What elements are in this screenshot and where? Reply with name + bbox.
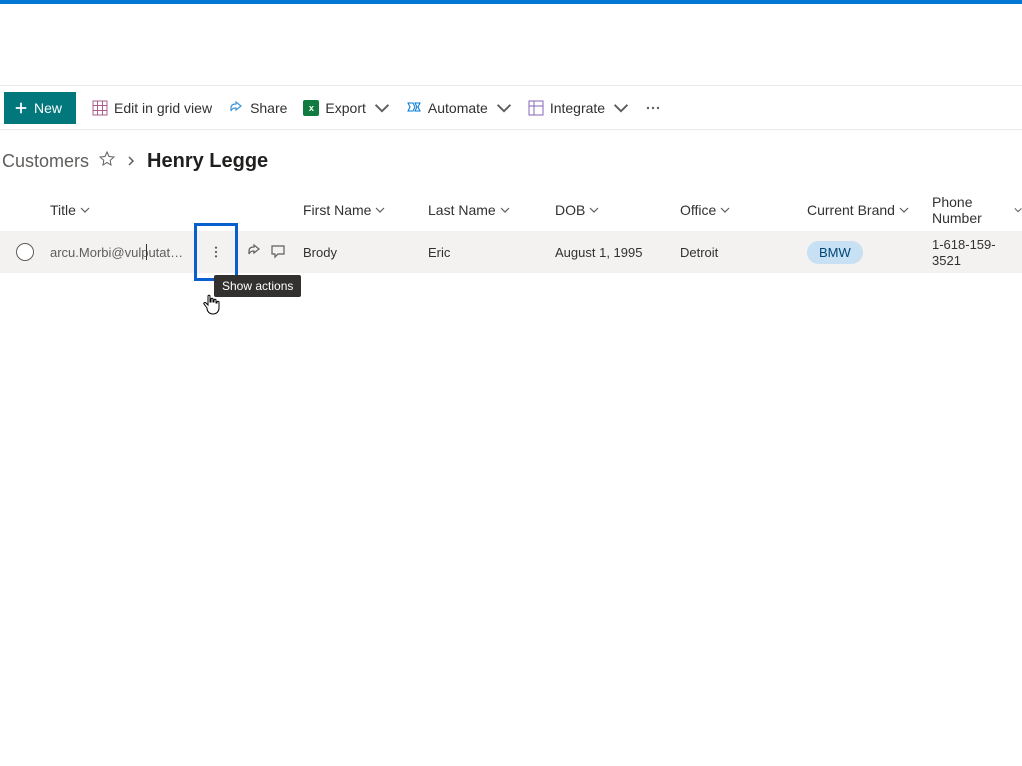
chevron-down-icon (589, 205, 599, 215)
automate-button[interactable]: Automate (406, 92, 512, 124)
more-icon (645, 100, 661, 116)
breadcrumb-current: Henry Legge (147, 150, 268, 173)
row-select[interactable] (0, 243, 50, 261)
col-first-name[interactable]: First Name (303, 202, 428, 218)
col-last-name-label: Last Name (428, 202, 496, 218)
breadcrumb-parent[interactable]: Customers (2, 151, 89, 172)
row-share-button[interactable] (246, 243, 262, 262)
show-actions-tooltip: Show actions (214, 275, 301, 297)
row-dob: August 1, 1995 (555, 245, 642, 260)
edit-grid-button[interactable]: Edit in grid view (92, 92, 212, 124)
new-button-label: New (34, 100, 62, 116)
flow-icon (406, 100, 422, 116)
chevron-down-icon (496, 100, 512, 116)
export-button[interactable]: x Export (303, 92, 389, 124)
command-bar: New Edit in grid view Share x Export Aut… (0, 86, 1022, 130)
chevron-down-icon (500, 205, 510, 215)
brand-tag[interactable]: BMW (807, 241, 863, 264)
col-phone-label: Phone Number (932, 194, 1010, 226)
row-phone: 1-618-159-3521 (932, 237, 996, 268)
col-dob-label: DOB (555, 202, 585, 218)
breadcrumb: Customers Henry Legge (0, 130, 1022, 189)
row-last-name: Eric (428, 245, 450, 260)
breadcrumb-chevron-icon (125, 151, 137, 172)
col-brand[interactable]: Current Brand (807, 202, 932, 218)
row-office: Detroit (680, 245, 718, 260)
col-office[interactable]: Office (680, 202, 807, 218)
chevron-down-icon (374, 100, 390, 116)
vertical-dots-icon (209, 245, 223, 259)
new-button[interactable]: New (4, 92, 76, 124)
integrate-icon (528, 100, 544, 116)
col-title[interactable]: Title (50, 202, 303, 218)
row-comment-button[interactable] (270, 243, 286, 262)
integrate-label: Integrate (550, 100, 605, 116)
excel-icon: x (303, 100, 319, 116)
chevron-down-icon (720, 205, 730, 215)
chevron-down-icon (80, 205, 90, 215)
chevron-down-icon (899, 205, 909, 215)
col-last-name[interactable]: Last Name (428, 202, 555, 218)
share-icon (228, 100, 244, 116)
column-headers: Title First Name Last Name DOB Office Cu… (0, 189, 1022, 231)
plus-icon (14, 101, 28, 115)
overflow-button[interactable] (645, 92, 661, 124)
col-dob[interactable]: DOB (555, 202, 680, 218)
col-office-label: Office (680, 202, 716, 218)
header-spacer (0, 4, 1022, 86)
chevron-down-icon (1014, 205, 1022, 215)
text-cursor (146, 244, 147, 260)
col-phone[interactable]: Phone Number (932, 194, 1022, 226)
integrate-button[interactable]: Integrate (528, 92, 629, 124)
col-title-label: Title (50, 202, 76, 218)
table-row[interactable]: arcu.Morbi@vulputatedui… Brody Eric Augu… (0, 231, 1022, 273)
export-label: Export (325, 100, 365, 116)
row-title[interactable]: arcu.Morbi@vulputatedui… (50, 245, 190, 260)
radio-icon[interactable] (16, 243, 34, 261)
row-first-name: Brody (303, 245, 337, 260)
grid-icon (92, 100, 108, 116)
edit-grid-label: Edit in grid view (114, 100, 212, 116)
favorite-star-icon[interactable] (99, 151, 115, 172)
chevron-down-icon (375, 205, 385, 215)
row-actions-button[interactable] (194, 223, 238, 281)
share-label: Share (250, 100, 287, 116)
col-brand-label: Current Brand (807, 202, 895, 218)
automate-label: Automate (428, 100, 488, 116)
chevron-down-icon (613, 100, 629, 116)
share-button[interactable]: Share (228, 92, 287, 124)
col-first-name-label: First Name (303, 202, 371, 218)
